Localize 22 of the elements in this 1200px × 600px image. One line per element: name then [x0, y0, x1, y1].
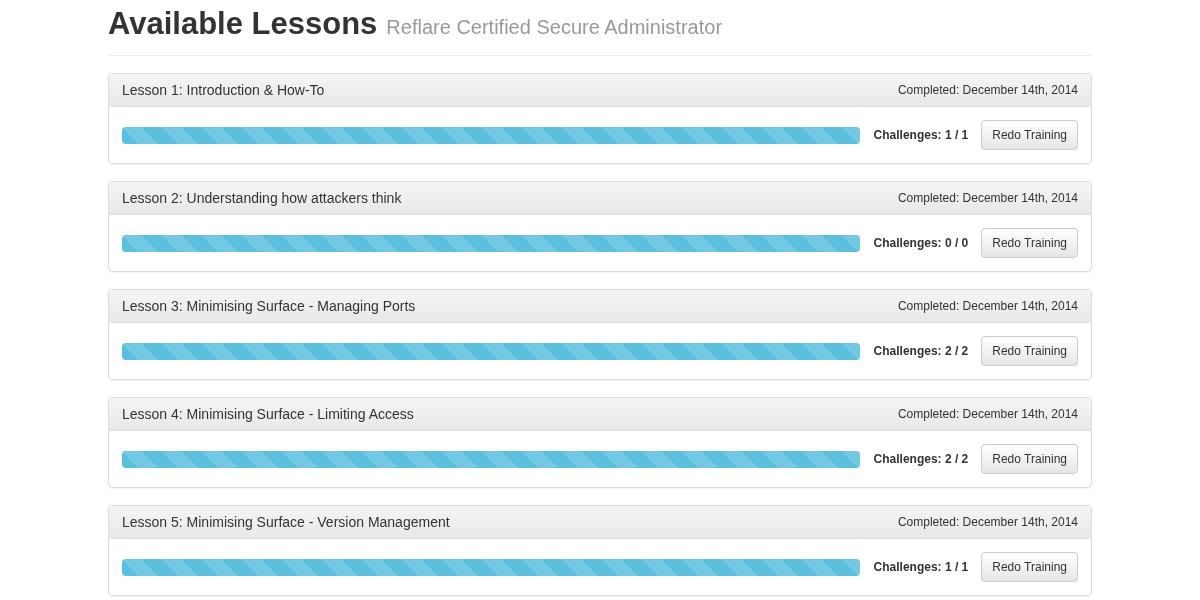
redo-training-button[interactable]: Redo Training — [981, 444, 1078, 474]
challenge-count: Challenges: 2 / 2 — [873, 344, 969, 358]
challenge-count: Challenges: 0 / 0 — [873, 236, 969, 250]
lesson-title: Lesson 3: Minimising Surface - Managing Ports — [122, 298, 416, 314]
redo-training-button[interactable]: Redo Training — [981, 552, 1078, 582]
redo-training-button[interactable]: Redo Training — [981, 120, 1078, 150]
lesson-title: Lesson 4: Minimising Surface - Limiting Access — [122, 406, 414, 422]
lesson-title: Lesson 2: Understanding how attackers think — [122, 190, 402, 206]
completion-date: Completed: December 14th, 2014 — [897, 191, 1078, 205]
redo-training-button[interactable]: Redo Training — [981, 336, 1078, 366]
completion-date: Completed: December 14th, 2014 — [897, 515, 1078, 529]
completion-date: Completed: December 14th, 2014 — [897, 299, 1078, 313]
page-title: Available Lessons — [108, 6, 378, 42]
page-subtitle: Reflare Certified Secure Administrator — [386, 16, 723, 39]
challenge-count: Challenges: 1 / 1 — [873, 560, 969, 574]
redo-training-button[interactable]: Redo Training — [981, 228, 1078, 258]
lesson-title: Lesson 1: Introduction & How-To — [122, 82, 325, 98]
lesson-title: Lesson 5: Minimising Surface - Version Management — [122, 514, 450, 530]
completion-date: Completed: December 14th, 2014 — [897, 83, 1078, 97]
challenge-count: Challenges: 1 / 1 — [873, 128, 969, 142]
completion-date: Completed: December 14th, 2014 — [897, 407, 1078, 421]
challenge-count: Challenges: 2 / 2 — [873, 452, 969, 466]
